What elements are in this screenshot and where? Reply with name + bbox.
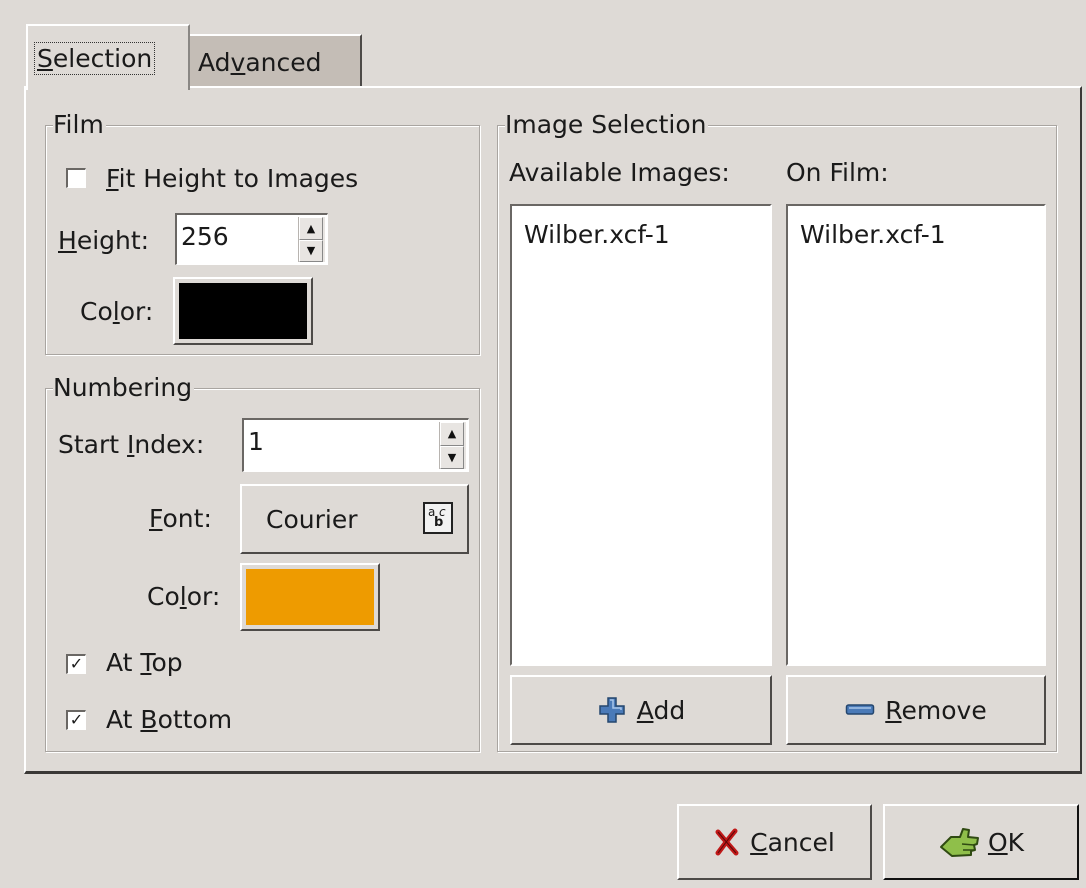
film-color-button[interactable]: [173, 277, 313, 345]
available-images-label: Available Images:: [509, 158, 730, 187]
check-mark: ✓: [69, 710, 84, 729]
ok-button-label: OK: [987, 827, 1025, 857]
font-button[interactable]: Courier a c b: [240, 484, 469, 554]
start-index-up-arrow-icon[interactable]: ▲: [440, 422, 464, 446]
tab-selection-label: Selection: [33, 41, 156, 75]
on-film-label: On Film:: [786, 158, 889, 187]
at-top-checkbox[interactable]: ✓: [66, 654, 86, 674]
ok-hand-icon: [939, 828, 979, 857]
start-index-label: Start Index:: [58, 430, 205, 459]
height-value: 256: [181, 222, 229, 251]
start-index-down-arrow-icon[interactable]: ▼: [440, 445, 464, 469]
height-spin-buttons: ▲ ▼: [298, 217, 325, 262]
height-down-arrow-icon[interactable]: ▼: [299, 239, 323, 262]
film-color-label: Color:: [80, 297, 154, 326]
font-select-icon: a c b: [423, 502, 453, 534]
start-index-spinbox[interactable]: 1 ▲ ▼: [242, 418, 469, 472]
numbering-frame-title: Numbering: [53, 373, 195, 403]
font-icon-glyph-b: b: [434, 515, 444, 530]
font-value: Courier: [266, 504, 358, 534]
image-selection-frame-title: Image Selection: [505, 110, 709, 140]
cancel-button[interactable]: Cancel: [677, 804, 872, 880]
cancel-button-label: Cancel: [750, 827, 835, 857]
available-images-list[interactable]: Wilber.xcf-1: [510, 204, 772, 666]
add-button-label: Add: [636, 695, 686, 725]
start-index-value: 1: [248, 427, 264, 456]
numbering-color-swatch: [246, 569, 374, 625]
fit-height-checkbox[interactable]: [66, 168, 86, 188]
list-item[interactable]: Wilber.xcf-1: [800, 220, 946, 249]
ok-button[interactable]: OK: [883, 804, 1079, 880]
plus-icon: [599, 697, 625, 723]
x-icon: [715, 828, 739, 856]
numbering-color-label: Color:: [147, 582, 221, 611]
height-label: Height:: [58, 226, 150, 255]
at-bottom-checkbox[interactable]: ✓: [66, 710, 86, 730]
add-button[interactable]: Add: [510, 675, 772, 745]
remove-button-label: Remove: [885, 695, 987, 725]
fit-height-label: Fit Height to Images: [106, 164, 359, 193]
minus-icon: [846, 704, 875, 715]
tab-advanced-label: Advanced: [198, 47, 322, 77]
tab-selection[interactable]: Selection: [26, 24, 190, 90]
at-top-label: At Top: [106, 648, 183, 677]
font-label: Font:: [149, 504, 212, 533]
on-film-list[interactable]: Wilber.xcf-1: [786, 204, 1046, 666]
list-item[interactable]: Wilber.xcf-1: [524, 220, 670, 249]
remove-button[interactable]: Remove: [786, 675, 1046, 745]
numbering-color-button[interactable]: [240, 563, 380, 631]
start-index-spin-buttons: ▲ ▼: [439, 422, 466, 469]
film-frame-title: Film: [53, 110, 106, 140]
film-color-swatch: [179, 283, 307, 339]
height-up-arrow-icon[interactable]: ▲: [299, 217, 323, 240]
check-mark: ✓: [69, 654, 84, 673]
height-spinbox[interactable]: 256 ▲ ▼: [175, 213, 328, 265]
tab-advanced[interactable]: Advanced: [190, 34, 362, 88]
at-bottom-label: At Bottom: [106, 705, 233, 734]
